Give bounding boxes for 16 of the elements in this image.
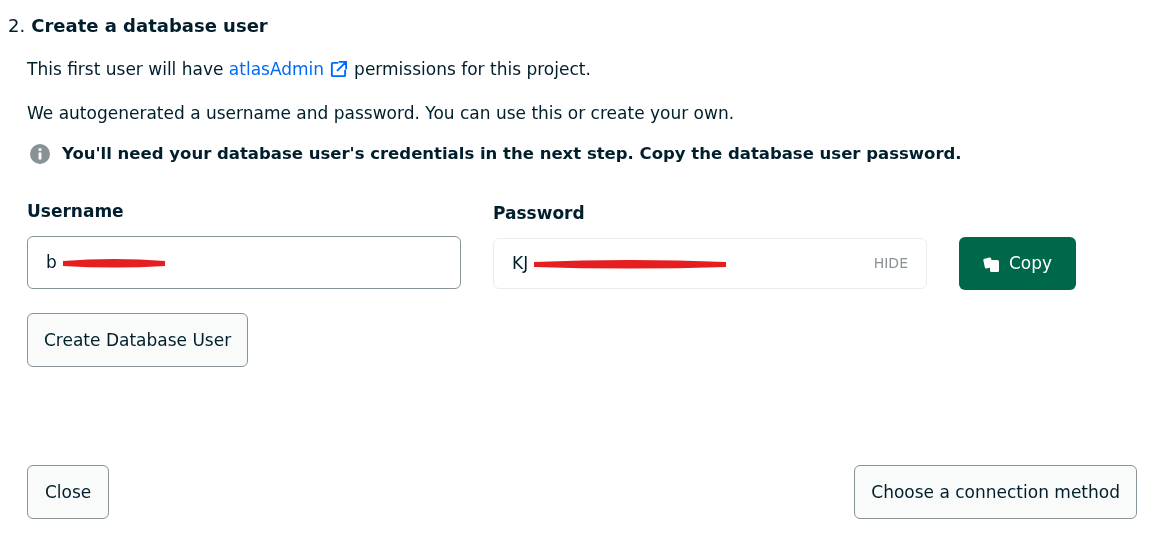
- create-user-button[interactable]: Create Database User: [27, 313, 249, 368]
- choose-connection-button[interactable]: Choose a connection method: [854, 465, 1137, 520]
- copy-button[interactable]: Copy: [959, 237, 1076, 291]
- password-field[interactable]: KJ HIDE: [493, 238, 927, 290]
- permissions-text: This first user will have atlasAdmin permissions for this project.: [27, 57, 1150, 83]
- step-number: 2.: [8, 14, 26, 38]
- close-button[interactable]: Close: [27, 465, 110, 520]
- info-icon: [30, 144, 50, 165]
- info-note: You'll need your database user's credentials in the next step. Copy the database user password.: [62, 143, 962, 165]
- username-label: Username: [27, 199, 125, 223]
- step-title: Create a database user: [31, 14, 268, 38]
- password-label: Password: [493, 201, 586, 225]
- username-field[interactable]: b: [27, 236, 461, 290]
- external-link-icon[interactable]: [329, 60, 349, 80]
- atlas-admin-link[interactable]: atlasAdmin: [228, 57, 325, 83]
- autogen-text: We autogenerated a username and password. You can use this or create your own.: [27, 101, 736, 125]
